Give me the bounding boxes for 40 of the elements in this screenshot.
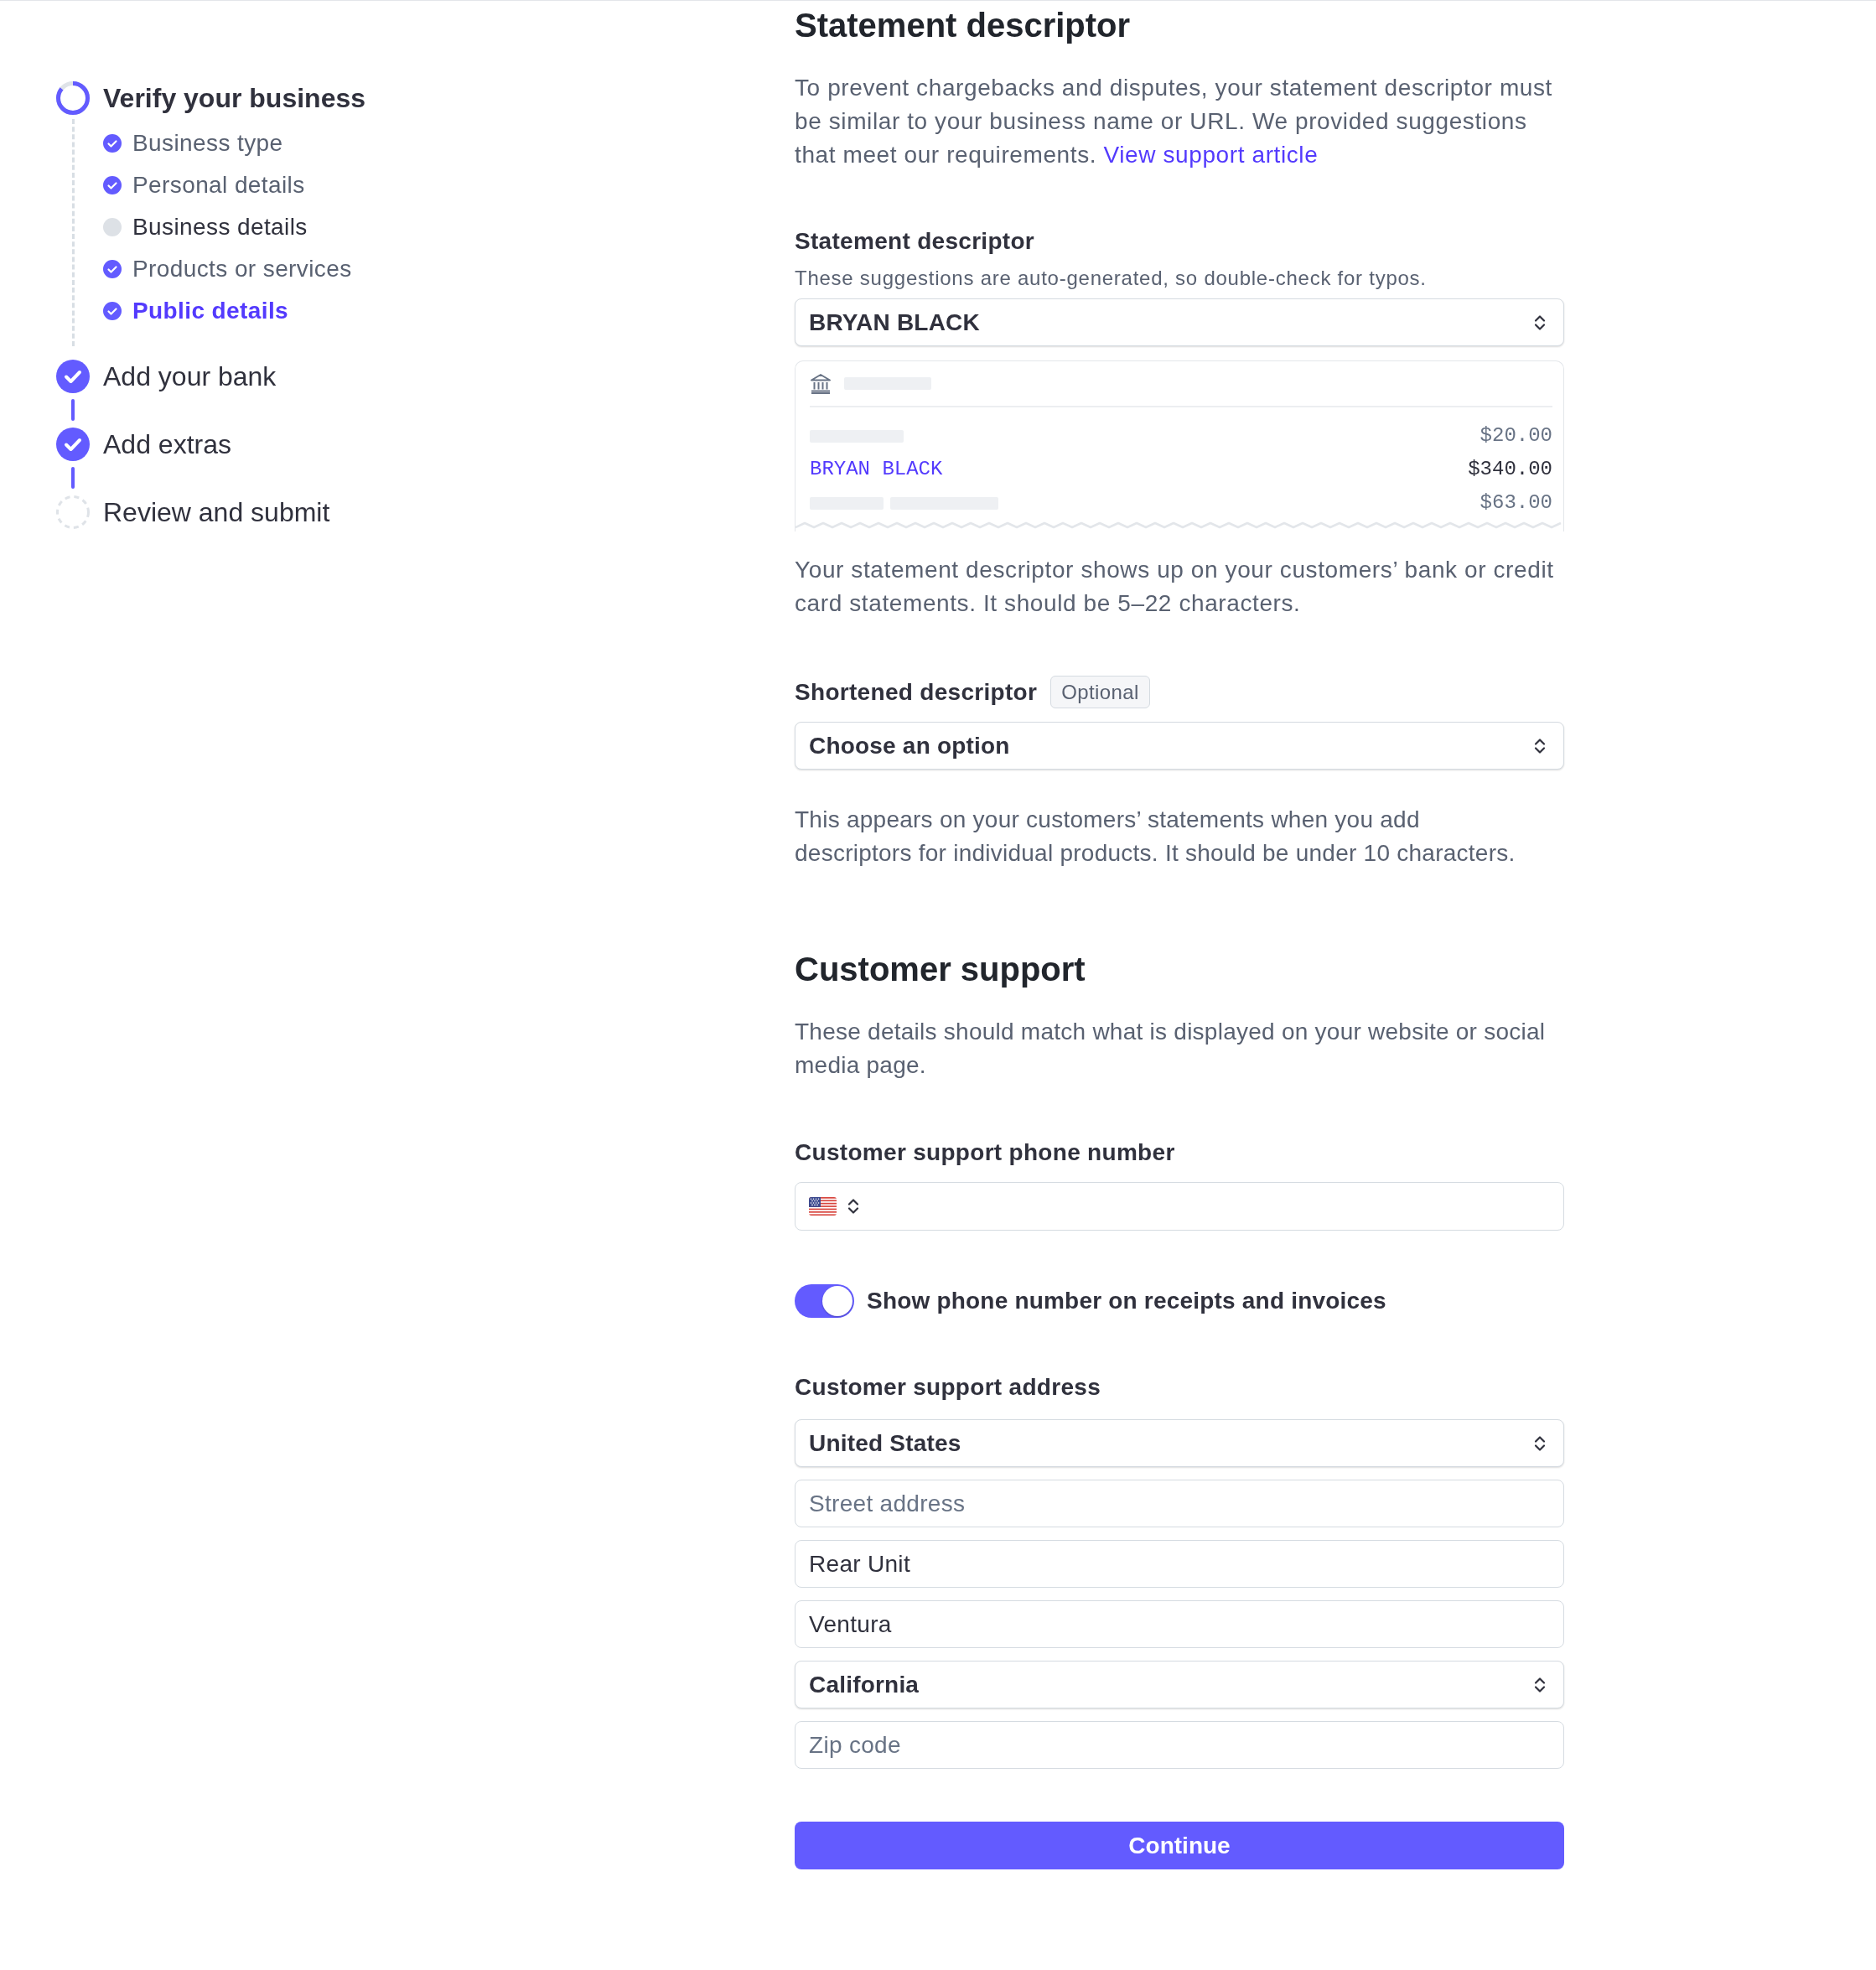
note-text: Your statement descriptor shows up on your customers’ bank or credit card statements. It should be 5–22 characters. <box>795 556 1555 618</box>
address-field[interactable]: Street address <box>795 1480 1564 1527</box>
substep-item[interactable]: Public details <box>132 297 289 325</box>
amount-text: $340.00 <box>1468 457 1552 482</box>
field-label: Shortened descriptor <box>795 677 1038 707</box>
intro-text: To prevent chargebacks and disputes, your statement descriptor must be similar to your business name or URL. We provided suggestions that meet our requirements. View support article <box>795 74 1553 169</box>
support-link[interactable]: View support article <box>1103 142 1319 168</box>
help-text: This appears on your customers’ statements when you add descriptors for individual products. It should be under 10 characters. <box>795 806 1516 868</box>
substep-item[interactable]: Products or services <box>132 255 352 283</box>
step-item[interactable]: Review and submit <box>103 495 330 529</box>
descriptor-select[interactable]: BRYAN BLACK <box>795 298 1564 346</box>
step-item[interactable]: Add extras <box>103 428 231 461</box>
hint-text: These suggestions are auto-generated, so double-check for typos. <box>795 266 1428 291</box>
section-heading: Statement descriptor <box>795 7 1132 44</box>
step-item[interactable]: Verify your business <box>103 81 365 115</box>
address-select[interactable]: California <box>795 1661 1564 1708</box>
field-label: Customer support phone number <box>795 1138 1176 1167</box>
continue-button[interactable]: Continue <box>795 1822 1564 1869</box>
address-field[interactable]: Ventura <box>795 1600 1564 1648</box>
phone-field[interactable] <box>795 1182 1564 1231</box>
substep-item[interactable]: Business type <box>132 129 283 158</box>
toggle-switch[interactable] <box>795 1284 854 1318</box>
field-label: Customer support address <box>795 1373 1102 1402</box>
descriptor-text: BRYAN BLACK <box>810 457 943 482</box>
intro-text: These details should match what is displayed on your website or social media page. <box>795 1018 1547 1080</box>
address-select[interactable]: United States <box>795 1419 1564 1467</box>
section-heading: Customer support <box>795 951 1086 988</box>
flag-icon <box>809 1197 837 1216</box>
amount-text: $63.00 <box>1480 490 1552 516</box>
substep-item[interactable]: Personal details <box>132 171 305 200</box>
field-label: Statement descriptor <box>795 227 1036 256</box>
address-field[interactable]: Rear Unit <box>795 1540 1564 1588</box>
optional-badge: Optional <box>1050 676 1150 708</box>
address-field[interactable]: Zip code <box>795 1721 1564 1769</box>
shortened-descriptor-select[interactable]: Choose an option <box>795 722 1564 770</box>
toggle-label: Show phone number on receipts and invoices <box>867 1287 1386 1315</box>
step-item[interactable]: Add your bank <box>103 360 277 393</box>
substep-item[interactable]: Business details <box>132 213 308 241</box>
amount-text: $20.00 <box>1480 423 1552 448</box>
bank-icon <box>810 372 832 395</box>
